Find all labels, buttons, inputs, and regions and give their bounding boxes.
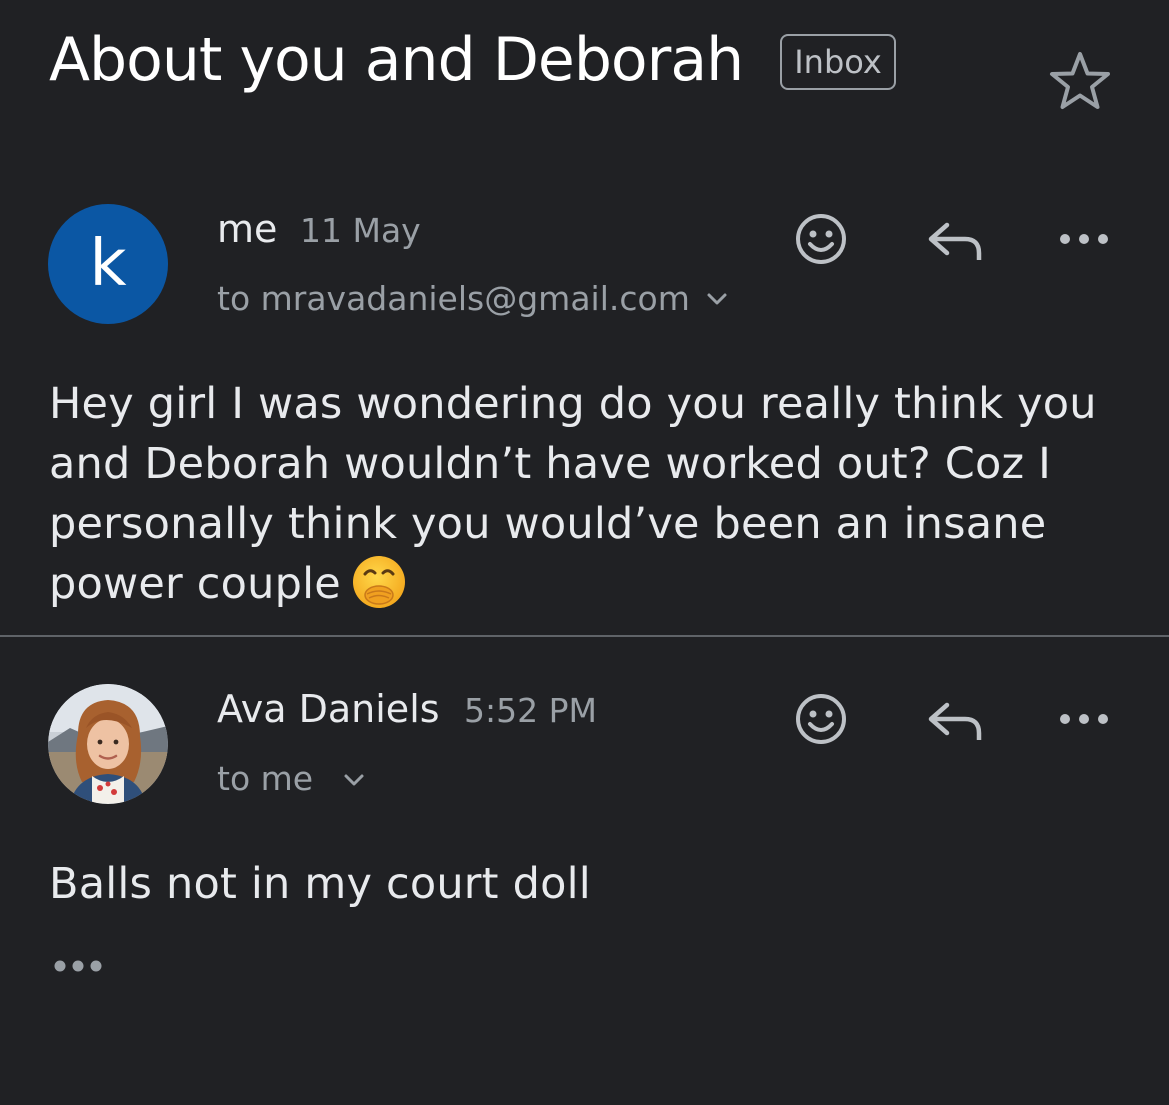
message-body: Hey girl I was wondering do you really t… — [49, 374, 1129, 614]
recipient-line[interactable]: to me — [217, 759, 313, 798]
emoji-react-icon[interactable] — [793, 211, 849, 267]
message-body: Balls not in my court doll — [49, 859, 591, 909]
sender-name: me — [217, 207, 278, 251]
emoji-react-icon[interactable] — [793, 691, 849, 747]
more-options-icon[interactable] — [1058, 232, 1110, 246]
avatar[interactable] — [48, 684, 168, 804]
sender-avatar[interactable]: k — [48, 204, 168, 324]
thread-subject: About you and Deborah — [49, 25, 744, 95]
chevron-down-icon[interactable] — [343, 773, 365, 787]
email-thread-view: About you and Deborah Inbox k me 11 May … — [0, 0, 1169, 1105]
star-icon[interactable] — [1048, 50, 1112, 112]
show-trimmed-content-icon[interactable] — [52, 958, 104, 974]
sender-name: Ava Daniels — [217, 687, 440, 731]
reply-icon[interactable] — [925, 700, 985, 740]
more-options-icon[interactable] — [1058, 712, 1110, 726]
message-divider — [0, 635, 1169, 637]
chevron-down-icon[interactable] — [706, 292, 728, 306]
recipient-line[interactable]: to mravadaniels@gmail.com — [217, 279, 690, 318]
reply-icon[interactable] — [925, 220, 985, 260]
message-time: 11 May — [300, 211, 421, 250]
inbox-label-badge[interactable]: Inbox — [780, 34, 896, 90]
face-with-hand-over-mouth-emoji — [352, 556, 405, 608]
message-time: 5:52 PM — [464, 691, 597, 730]
message-text: Hey girl I was wondering do you really t… — [49, 379, 1097, 609]
